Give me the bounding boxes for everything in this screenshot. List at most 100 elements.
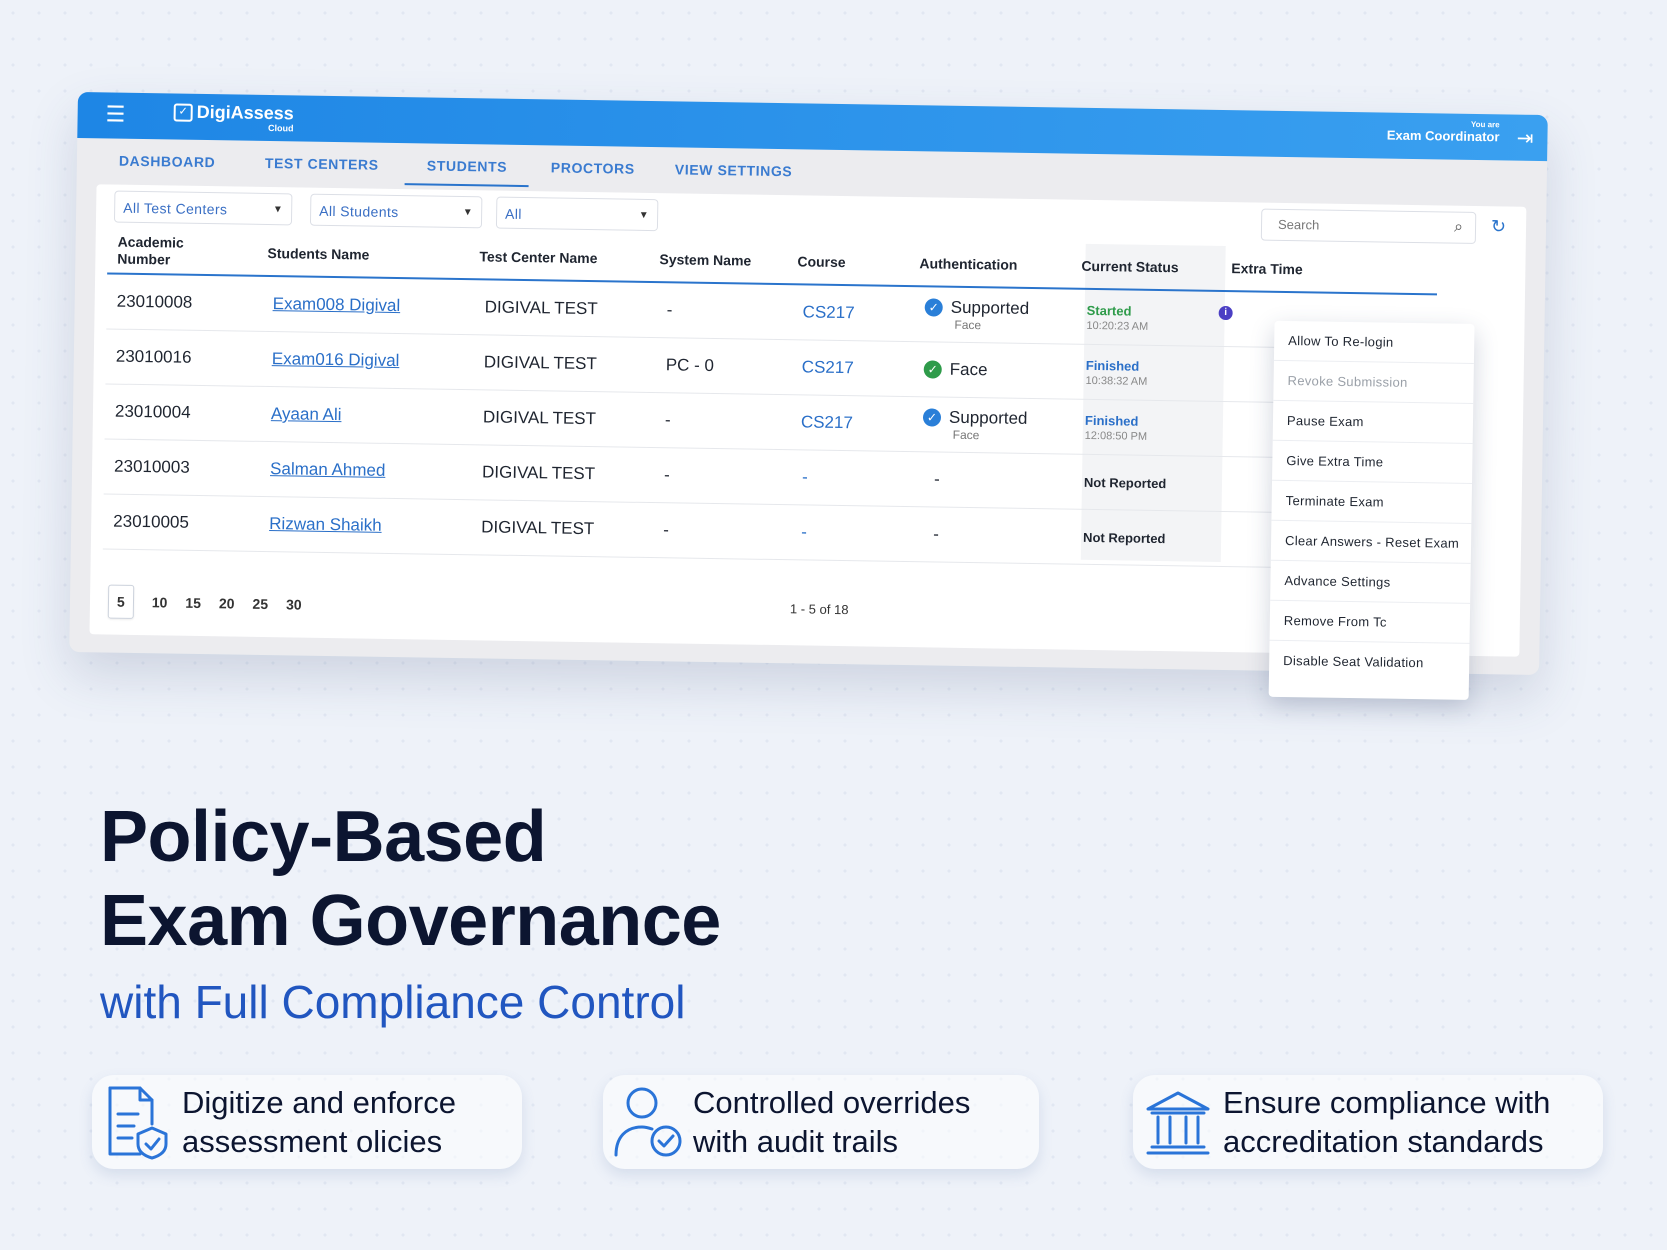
menu-item-pause-exam[interactable]: Pause Exam	[1272, 400, 1474, 444]
test-center-name: DIGIVAL TEST	[484, 297, 598, 319]
menu-item-allow-relogin[interactable]: Allow To Re-login	[1273, 320, 1475, 364]
info-icon[interactable]: i	[1218, 305, 1233, 321]
caret-down-icon: ▼	[462, 207, 474, 219]
search-placeholder: Search	[1277, 216, 1320, 233]
test-center-filter[interactable]: All Test Centers ▼	[113, 190, 293, 226]
academic-number: 23010005	[113, 511, 190, 532]
status-time: 10:38:32 AM	[1085, 374, 1148, 388]
course-link[interactable]: CS217	[802, 302, 854, 323]
header-academic-number[interactable]: Academic Number	[117, 229, 228, 275]
feature-line-2: with audit trails	[693, 1124, 899, 1159]
user-check-icon	[603, 1085, 693, 1159]
tab-students[interactable]: STUDENTS	[404, 157, 530, 188]
header-students-name[interactable]: Students Name	[267, 231, 370, 277]
app-window: ☰ ✓ DigiAssess Cloud You are Exam Coordi…	[69, 92, 1548, 700]
status-time: 12:08:50 PM	[1084, 429, 1148, 443]
student-name-link[interactable]: Exam016 Digival	[272, 349, 400, 371]
page-size-selector: 5 10 15 20 25 30	[107, 584, 302, 622]
auth-sub-method: Face	[954, 317, 982, 333]
page-size-option[interactable]: 5	[107, 584, 135, 619]
academic-number: 23010016	[115, 346, 192, 367]
institution-building-icon	[1133, 1087, 1223, 1157]
test-center-name: DIGIVAL TEST	[482, 407, 597, 429]
feature-card-policies: Digitize and enforce assessment olicies	[92, 1075, 522, 1169]
feature-card-compliance: Ensure compliance with accreditation sta…	[1133, 1075, 1603, 1169]
student-name-link[interactable]: Rizwan Shaikh	[269, 514, 382, 536]
page-size-option[interactable]: 15	[185, 595, 201, 611]
menu-item-reset-exam[interactable]: Clear Answers - Reset Exam	[1270, 520, 1472, 564]
feature-line-1: Controlled overrides	[693, 1085, 971, 1120]
page-size-option[interactable]: 20	[219, 595, 235, 611]
tab-proctors[interactable]: PROCTORS	[551, 159, 635, 186]
logout-icon[interactable]: ⇥	[1516, 126, 1534, 151]
page-size-option[interactable]: 25	[252, 596, 268, 612]
subheadline: with Full Compliance Control	[100, 976, 686, 1028]
role-name: Exam Coordinator	[1386, 127, 1500, 145]
menu-item-give-extra-time[interactable]: Give Extra Time	[1272, 440, 1473, 484]
menu-item-remove-from-tc[interactable]: Remove From Tc	[1269, 600, 1471, 644]
menu-item-disable-seat-validation[interactable]: Disable Seat Validation	[1269, 641, 1470, 683]
header-authentication[interactable]: Authentication	[919, 241, 1018, 287]
page-size-option[interactable]: 30	[286, 596, 302, 612]
header-test-center-name[interactable]: Test Center Name	[479, 234, 598, 280]
status-label: Started	[1086, 302, 1132, 319]
menu-item-terminate-exam[interactable]: Terminate Exam	[1271, 480, 1473, 524]
system-name: PC - 0	[665, 355, 715, 376]
student-name-link[interactable]: Exam008 Digival	[273, 294, 401, 316]
brand-name: DigiAssess	[196, 101, 294, 124]
auth-method: -	[933, 524, 939, 544]
feature-line-1: Ensure compliance with	[1223, 1085, 1551, 1120]
course-link[interactable]: CS217	[802, 357, 854, 378]
student-name-link[interactable]: Ayaan Ali	[271, 404, 342, 425]
brand-logo[interactable]: ✓ DigiAssess Cloud	[173, 101, 294, 133]
students-filter-value: All Students	[319, 202, 399, 221]
menu-item-advance-settings[interactable]: Advance Settings	[1270, 560, 1471, 604]
header-extra-time[interactable]: Extra Time	[1231, 246, 1303, 291]
user-role: You are Exam Coordinator	[1386, 119, 1500, 145]
status-label: Finished	[1085, 357, 1140, 374]
caret-down-icon: ▼	[272, 204, 284, 216]
system-name: -	[666, 300, 673, 320]
tab-test-centers[interactable]: TEST CENTERS	[265, 155, 379, 183]
policy-document-shield-icon	[92, 1084, 182, 1160]
search-icon[interactable]: ⌕	[1454, 213, 1463, 243]
headline-line-2: Exam Governance	[100, 881, 721, 961]
status-filter-value: All	[505, 205, 523, 222]
system-name: -	[664, 410, 671, 430]
header-course[interactable]: Course	[797, 239, 846, 284]
academic-number: 23010003	[113, 456, 190, 477]
test-center-name: DIGIVAL TEST	[481, 462, 596, 484]
students-filter[interactable]: All Students ▼	[309, 193, 483, 229]
status-time: 10:20:23 AM	[1086, 319, 1149, 333]
face-check-icon: ✓	[923, 360, 942, 379]
course-link[interactable]: CS217	[801, 412, 853, 433]
academic-number: 23010004	[114, 401, 191, 422]
tab-dashboard[interactable]: DASHBOARD	[119, 153, 216, 181]
page-size-option[interactable]: 10	[152, 594, 168, 610]
check-box-icon: ✓	[173, 103, 193, 122]
student-name-link[interactable]: Salman Ahmed	[270, 459, 386, 481]
test-center-filter-value: All Test Centers	[123, 199, 228, 218]
auth-method: Supported	[950, 297, 1030, 318]
refresh-icon[interactable]: ↻	[1491, 216, 1506, 237]
auth-method: Supported	[948, 407, 1028, 428]
student-action-menu: Allow To Re-login Revoke Submission Paus…	[1268, 320, 1475, 700]
auth-method: -	[933, 469, 940, 489]
system-name: -	[663, 520, 670, 540]
caret-down-icon: ▼	[638, 209, 650, 221]
header-current-status[interactable]: Current Status	[1081, 244, 1179, 290]
header-system-name[interactable]: System Name	[659, 237, 752, 282]
status-label: Not Reported	[1083, 474, 1167, 491]
search-input[interactable]: Search ⌕	[1260, 208, 1477, 244]
pagination-range: 1 - 5 of 18	[789, 601, 849, 618]
auth-method: Face	[949, 359, 988, 380]
tab-view-settings[interactable]: VIEW SETTINGS	[675, 161, 793, 189]
status-filter[interactable]: All ▼	[495, 196, 659, 232]
test-center-name: DIGIVAL TEST	[483, 352, 598, 374]
verified-check-icon: ✓	[924, 298, 943, 317]
academic-number: 23010008	[116, 291, 193, 312]
system-name: -	[663, 465, 670, 485]
hamburger-menu-icon[interactable]: ☰	[105, 101, 125, 126]
course-link: -	[801, 522, 807, 542]
course-link: -	[801, 467, 808, 487]
